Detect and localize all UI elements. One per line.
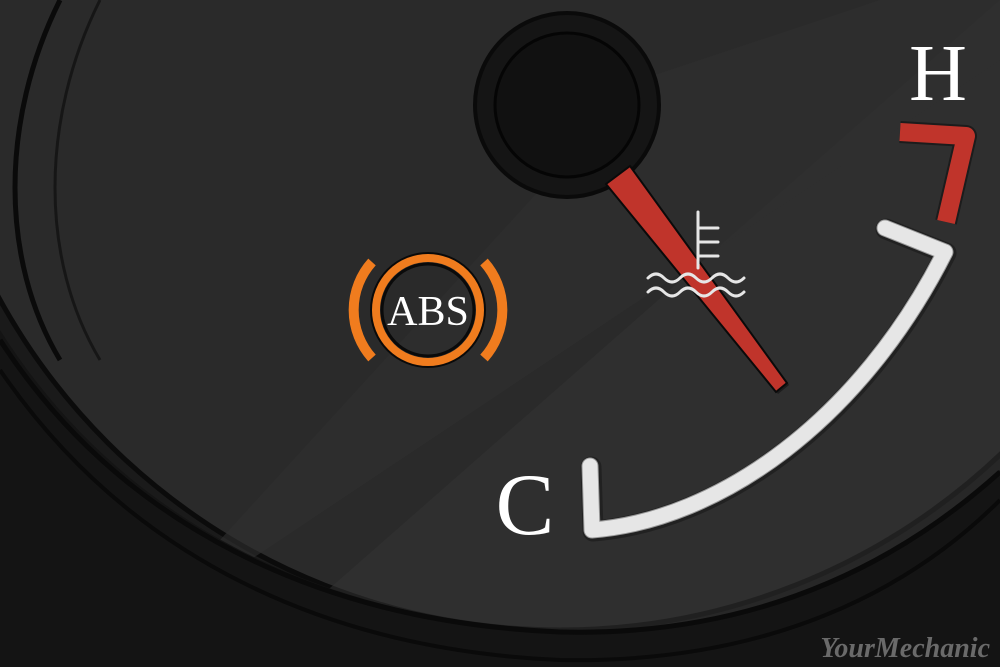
needle-hub — [493, 31, 641, 179]
abs-label: ABS — [387, 289, 469, 335]
watermark-logo: YourMechanic — [820, 633, 990, 664]
cold-label: C — [496, 457, 555, 554]
hot-label: H — [909, 30, 967, 118]
gauge-cluster: ABS H C YourMechanic — [0, 0, 1000, 667]
dashboard-gauge-scene: ABS H C YourMechanic — [0, 0, 1000, 667]
